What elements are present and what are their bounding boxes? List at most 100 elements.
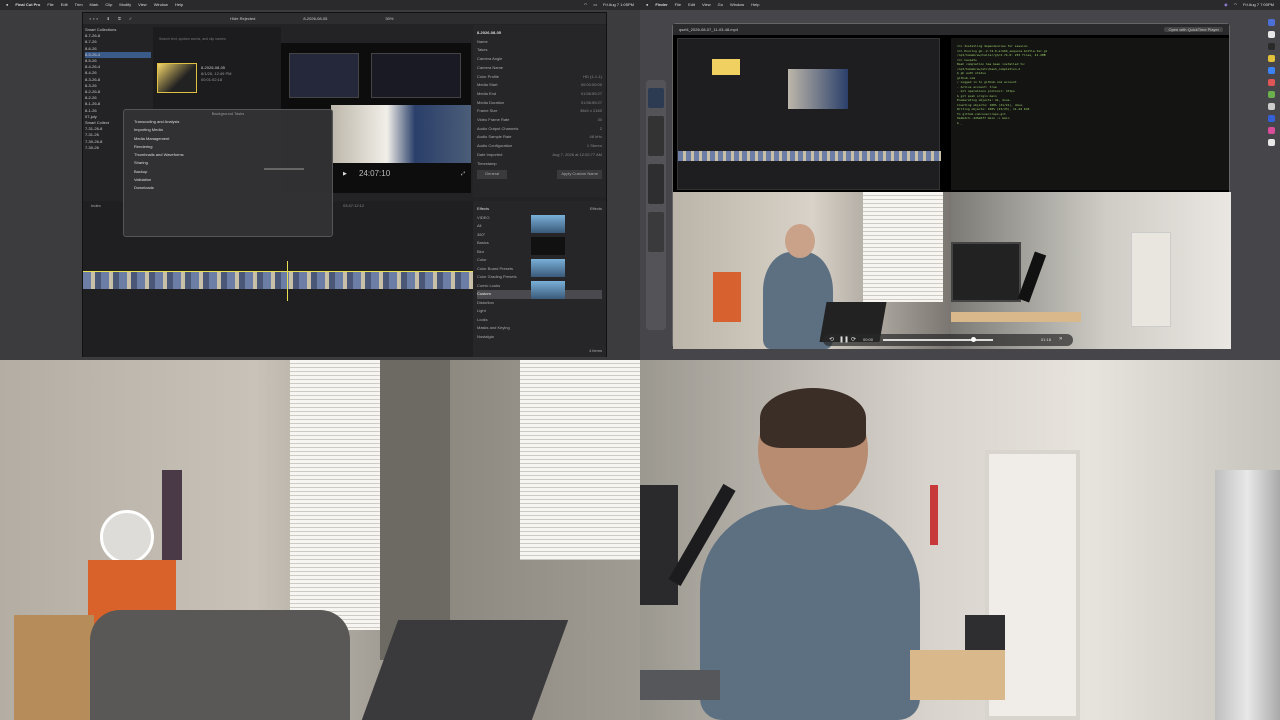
- skip-icon[interactable]: »: [1059, 336, 1062, 342]
- dock-icon[interactable]: [1267, 139, 1275, 146]
- fullscreen-icon[interactable]: ⤢: [461, 171, 465, 177]
- video-frame-room: [951, 192, 1231, 349]
- effect-thumb[interactable]: [531, 237, 565, 255]
- import-icon[interactable]: ⬇: [106, 16, 109, 21]
- traffic-lights[interactable]: ● ● ●: [89, 16, 98, 21]
- task-item[interactable]: Media Management: [134, 135, 322, 143]
- dock-icon[interactable]: [1267, 127, 1275, 134]
- timeline-duration: 03:47:12:12: [343, 203, 365, 208]
- effects-browser: Effects Effects VIDEO All 360° Basics Bl…: [473, 201, 606, 357]
- effects-category[interactable]: Looks: [477, 316, 602, 325]
- video-frame-fcp: [677, 38, 941, 190]
- clock[interactable]: Fri Aug 7 1:05PM: [603, 0, 634, 10]
- menu-trim[interactable]: Trim: [75, 0, 83, 10]
- dock-icon[interactable]: [1267, 79, 1275, 86]
- menu-file[interactable]: File: [675, 0, 681, 10]
- dock-icon[interactable]: [1267, 19, 1275, 26]
- dock-icon[interactable]: [1267, 31, 1275, 38]
- inspector-value: 3840 x 2160: [579, 108, 602, 114]
- menu-file[interactable]: File: [47, 0, 53, 10]
- dock-icon[interactable]: [1267, 67, 1275, 74]
- menu-window[interactable]: Window: [154, 0, 168, 10]
- effect-thumb[interactable]: [531, 281, 565, 299]
- timeline-clip-strip[interactable]: [83, 271, 473, 289]
- zoom-level[interactable]: 30%: [385, 16, 393, 21]
- effect-thumb[interactable]: [531, 259, 565, 277]
- fcp-toolbar: ● ● ● ⬇ ⚿ ✓ Hide Rejected 8-2026-08-05 3…: [83, 13, 606, 24]
- terminal-window: ==> Installing dependencies for session …: [951, 38, 1229, 190]
- effects-thumbnails: [529, 213, 603, 301]
- menu-go[interactable]: Go: [718, 0, 723, 10]
- window-thumb[interactable]: [648, 88, 664, 108]
- forward-icon[interactable]: ⟳: [851, 336, 856, 343]
- vacuum: [162, 470, 182, 560]
- task-item[interactable]: Transcoding and Analysis: [134, 118, 322, 126]
- dock-icon[interactable]: [1267, 115, 1275, 122]
- camera-feed-room-left: [0, 360, 640, 720]
- apple-icon[interactable]: ●: [6, 0, 8, 10]
- dock-icon[interactable]: [1267, 91, 1275, 98]
- inspector-label: Color Profile: [477, 73, 500, 79]
- video-frame-desk: [673, 192, 951, 349]
- terminal-line: $ _: [957, 120, 963, 125]
- menu-window[interactable]: Window: [730, 0, 744, 10]
- effects-category[interactable]: Masks and Keying: [477, 324, 602, 333]
- wifi-icon[interactable]: ◠: [1234, 0, 1238, 10]
- effect-thumb[interactable]: [531, 215, 565, 233]
- search-input[interactable]: Search text, spoken words, and clip name…: [153, 27, 281, 41]
- control-center-icon[interactable]: ◉: [1224, 0, 1228, 10]
- menu-app[interactable]: Finder: [655, 0, 667, 10]
- key-icon[interactable]: ⚿: [118, 16, 121, 21]
- window-thumb[interactable]: [648, 212, 664, 252]
- rewind-icon[interactable]: ⟲: [829, 336, 834, 343]
- effects-category[interactable]: Light: [477, 307, 602, 316]
- menu-edit[interactable]: Edit: [688, 0, 695, 10]
- window-thumb[interactable]: [648, 116, 664, 156]
- dock-icon[interactable]: [1267, 103, 1275, 110]
- side-table: [910, 650, 1005, 700]
- task-item[interactable]: Importing Media: [134, 126, 322, 134]
- task-item[interactable]: Rendering: [134, 143, 322, 151]
- menu-edit[interactable]: Edit: [61, 0, 68, 10]
- menu-clip[interactable]: Clip: [105, 0, 112, 10]
- menu-help[interactable]: Help: [751, 0, 759, 10]
- person: [700, 505, 920, 720]
- playhead[interactable]: [287, 261, 288, 301]
- general-button[interactable]: General: [477, 170, 508, 179]
- menu-help[interactable]: Help: [175, 0, 183, 10]
- playback-controls: ⟲ ❚❚ ⟳ 00:00 01:18 »: [823, 334, 1073, 346]
- effects-category[interactable]: Nostalgia: [477, 333, 602, 342]
- open-quicktime-button[interactable]: Open with QuickTime Player: [1164, 27, 1223, 32]
- task-item[interactable]: Sharing: [134, 159, 322, 167]
- scrubber-knob[interactable]: [971, 337, 976, 342]
- menu-view[interactable]: View: [702, 0, 711, 10]
- scrubber[interactable]: [883, 337, 993, 342]
- window-thumb[interactable]: [648, 164, 664, 204]
- inspector-label: Video Frame Rate: [477, 117, 510, 123]
- apply-custom-name-button[interactable]: Apply Custom Name: [557, 170, 602, 179]
- task-item[interactable]: Downloads: [134, 184, 322, 192]
- battery-icon[interactable]: ▭: [593, 0, 597, 10]
- menu-app[interactable]: Final Cut Pro: [15, 0, 40, 10]
- project-name: 8-2026-08-05: [303, 16, 328, 21]
- clip-thumbnail[interactable]: [157, 63, 197, 93]
- filter-dropdown[interactable]: Hide Rejected: [230, 16, 255, 21]
- menu-view[interactable]: View: [138, 0, 147, 10]
- menu-modify[interactable]: Modify: [119, 0, 131, 10]
- inspector-label: Audio Output Channels: [477, 125, 519, 131]
- wifi-icon[interactable]: ◠: [584, 0, 588, 10]
- inspector-header: 8-2026-08-05: [477, 30, 502, 35]
- clip-duration: 00:01:52:18: [201, 77, 223, 82]
- apple-icon[interactable]: ●: [646, 0, 648, 10]
- fcp-window: ● ● ● ⬇ ⚿ ✓ Hide Rejected 8-2026-08-05 3…: [82, 12, 607, 357]
- inspector-label: Media Duration: [477, 99, 505, 105]
- task-item[interactable]: Validation: [134, 176, 322, 184]
- check-icon[interactable]: ✓: [129, 16, 132, 21]
- dock-icon[interactable]: [1267, 43, 1275, 50]
- menu-mark[interactable]: Mark: [90, 0, 99, 10]
- clock[interactable]: Fri Aug 7 7:00PM: [1243, 0, 1274, 10]
- task-item[interactable]: Thumbnails and Waveforms: [134, 151, 322, 159]
- play-icon[interactable]: ▶: [343, 171, 347, 177]
- pause-icon[interactable]: ❚❚: [839, 336, 849, 343]
- dock-icon[interactable]: [1267, 55, 1275, 62]
